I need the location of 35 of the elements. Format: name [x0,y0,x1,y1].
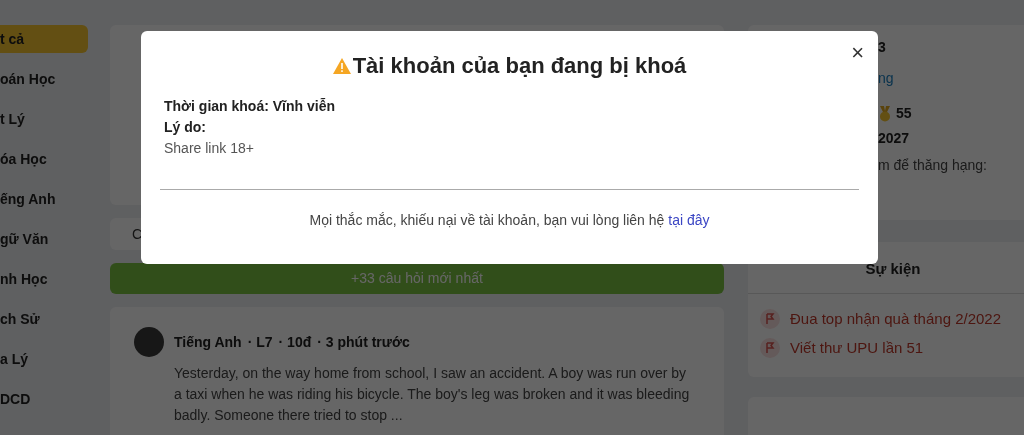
profile-link[interactable]: ng [878,68,1024,89]
sidebar-item[interactable]: ếng Anh [0,185,88,213]
post-time: · 3 phút trước [317,332,410,352]
sidebar-item[interactable]: óa Học [0,145,88,173]
contact-text: Mọi thắc mắc, khiếu nại về tài khoản, bạn vui lòng liên hệ tại đây [308,211,711,230]
medal-icon [878,105,892,122]
post-level: · L7 [247,332,273,352]
new-questions-button[interactable]: +33 câu hỏi mới nhất [110,263,724,294]
event-link[interactable]: Đua top nhận quà tháng 2/2022 [790,308,1002,331]
sidebar-item[interactable]: nh Học [0,265,88,293]
profile-note: m để thăng hạng: [878,156,988,175]
close-button[interactable]: × [851,41,864,65]
post-subject: Tiếng Anh [174,332,242,352]
contact-link[interactable]: tại đây [668,212,710,228]
sidebar-item[interactable]: ch Sử [0,305,88,333]
post-points: · 10đ [278,332,312,352]
warning-icon [332,57,351,74]
flag-icon [760,309,780,330]
profile-score: 2027 [878,129,911,148]
sidebar-item[interactable]: oán Học [0,65,88,93]
reason-text: Share link 18+ [164,139,255,158]
sidebar-item[interactable]: gữ Văn [0,225,88,253]
avatar [134,327,164,357]
sidebar-item[interactable]: t Lý [0,105,88,133]
modal-title: Tài khoản của bạn đang bị khoá [352,52,687,80]
post-body: Yesterday, on the way home from school, I saw an accident. A boy was run over by a taxi when he was riding his bicycle. The boy's leg was broken and it was bleeding badly. Someone there tried to stop ... [174,364,691,425]
sidebar-item[interactable]: a Lý [0,345,88,373]
lock-time: Thời gian khoá: Vĩnh viễn [164,97,336,116]
reason-label: Lý do: [164,118,207,137]
event-link[interactable]: Viết thư UPU lần 51 [790,336,924,359]
profile-rank: 3 [878,38,887,57]
sidebar-item[interactable]: DCD [0,385,88,413]
flag-icon [760,337,780,358]
profile-medals: 55 [896,104,912,123]
sidebar-item[interactable]: t cả [0,25,88,53]
